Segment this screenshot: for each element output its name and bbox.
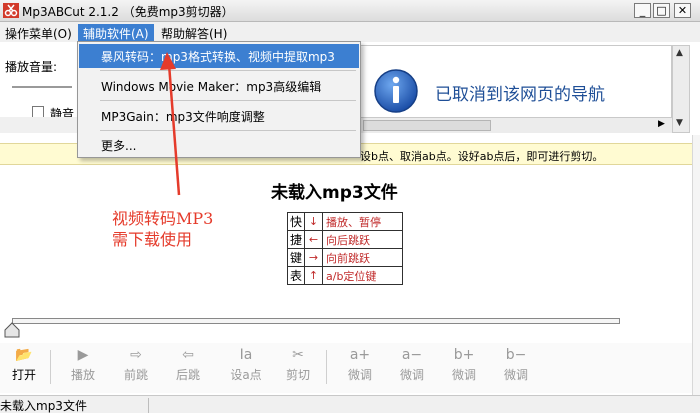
a-minus-icon: a− bbox=[401, 347, 423, 363]
shortcut-table: 快 ↓ 播放、暂停 捷 ← 向后跳跃 键 → 向前跳跃 表 ↑ a/b定位键 bbox=[287, 212, 403, 285]
a-plus-icon: a+ bbox=[349, 347, 371, 363]
toolbar-separator bbox=[326, 350, 327, 384]
menu-separator bbox=[100, 100, 356, 101]
fine-tune-label: 微调 bbox=[503, 368, 528, 382]
close-button[interactable]: ✕ bbox=[674, 3, 691, 18]
play-icon: ▶ bbox=[77, 347, 89, 363]
annotation-note: 视频转码MP3 需下载使用 bbox=[112, 208, 213, 250]
volume-slider[interactable] bbox=[12, 86, 72, 88]
menu-operations[interactable]: 操作菜单(O) bbox=[0, 24, 77, 41]
app-scissors-icon bbox=[3, 3, 19, 18]
tools-dropdown-menu: 暴风转码：mp3格式转换、视频中提取mp3 Windows Movie Make… bbox=[77, 41, 361, 158]
scroll-right-icon[interactable]: ▶ bbox=[658, 119, 665, 129]
maximize-button[interactable]: □ bbox=[653, 3, 670, 18]
open-button[interactable]: 📂 打开 bbox=[3, 346, 45, 383]
menu-tools[interactable]: 辅助软件(A) bbox=[78, 24, 154, 41]
play-button[interactable]: ▶ 播放 bbox=[62, 346, 104, 383]
menu-item-mp3gain[interactable]: MP3Gain：mp3文件响度调整 bbox=[79, 104, 359, 128]
set-a-point-label: 设a点 bbox=[230, 368, 262, 382]
menu-item-storm-codec[interactable]: 暴风转码：mp3格式转换、视频中提取mp3 bbox=[79, 44, 359, 68]
cut-button[interactable]: ✂ 剪切 bbox=[277, 346, 319, 383]
minimize-button[interactable]: _ bbox=[634, 3, 651, 18]
cut-label: 剪切 bbox=[285, 368, 310, 382]
fine-tune-b-minus-button[interactable]: b− 微调 bbox=[495, 346, 537, 383]
fine-tune-b-plus-button[interactable]: b+ 微调 bbox=[443, 346, 485, 383]
fine-tune-label: 微调 bbox=[347, 368, 372, 382]
status-text: 未载入mp3文件 bbox=[0, 399, 87, 413]
fine-tune-label: 微调 bbox=[399, 368, 424, 382]
navigation-cancelled-message: 已取消到该网页的导航 bbox=[435, 85, 605, 105]
menu-separator bbox=[100, 70, 356, 71]
annotation-arrow-icon bbox=[160, 52, 181, 196]
browser-vertical-scrollbar[interactable]: ▲ ▼ bbox=[672, 45, 690, 133]
hint-text: 设b点、取消ab点。设好ab点后，即可进行剪切。 bbox=[360, 150, 604, 163]
menu-help[interactable]: 帮助解答(H) bbox=[156, 24, 232, 41]
shortcut-key-char: 快 bbox=[287, 212, 305, 231]
browser-horizontal-scrollbar[interactable]: ▶ bbox=[355, 117, 672, 133]
fine-tune-a-minus-button[interactable]: a− 微调 bbox=[391, 346, 433, 383]
info-icon bbox=[374, 69, 418, 113]
set-a-point-button[interactable]: Ia 设a点 bbox=[225, 346, 267, 383]
right-edge bbox=[692, 135, 700, 395]
shortcut-desc: 向前跳跃 bbox=[322, 248, 403, 267]
progress-thumb[interactable] bbox=[4, 322, 20, 338]
shortcut-desc: 向后跳跃 bbox=[322, 230, 403, 249]
fine-tune-a-plus-button[interactable]: a+ 微调 bbox=[339, 346, 381, 383]
b-minus-icon: b− bbox=[505, 347, 527, 363]
jump-back-icon: ⇦ bbox=[182, 347, 194, 363]
jump-back-button[interactable]: ⇦ 后跳 bbox=[167, 346, 209, 383]
arrow-left-icon: ← bbox=[304, 230, 323, 249]
scroll-down-icon[interactable]: ▼ bbox=[676, 118, 683, 128]
progress-slider[interactable] bbox=[12, 318, 620, 324]
shortcut-key-char: 捷 bbox=[287, 230, 305, 249]
shortcut-desc: 播放、暂停 bbox=[322, 212, 403, 231]
jump-forward-icon: ⇨ bbox=[130, 347, 142, 363]
status-divider bbox=[148, 398, 149, 413]
play-label: 播放 bbox=[70, 368, 95, 382]
folder-open-icon: 📂 bbox=[15, 347, 33, 363]
annotation-line: 视频转码MP3 bbox=[112, 209, 214, 228]
arrow-right-icon: → bbox=[304, 248, 323, 267]
menu-item-movie-maker[interactable]: Windows Movie Maker：mp3高级编辑 bbox=[79, 74, 359, 98]
scroll-up-icon[interactable]: ▲ bbox=[676, 48, 683, 58]
jump-forward-button[interactable]: ⇨ 前跳 bbox=[115, 346, 157, 383]
arrow-down-icon: ↓ bbox=[304, 212, 323, 231]
toolbar-separator bbox=[50, 350, 51, 384]
title-bar: Mp3ABCut 2.1.2 （免费mp3剪切器） _ □ ✕ bbox=[0, 0, 700, 22]
jump-forward-label: 前跳 bbox=[123, 368, 148, 382]
fine-tune-label: 微调 bbox=[451, 368, 476, 382]
shortcut-key-char: 键 bbox=[287, 248, 305, 267]
scissors-icon: ✂ bbox=[292, 347, 304, 363]
menu-item-more[interactable]: 更多... bbox=[79, 133, 359, 157]
annotation-line: 需下载使用 bbox=[112, 230, 193, 249]
jump-back-label: 后跳 bbox=[175, 368, 200, 382]
open-label: 打开 bbox=[11, 368, 36, 382]
menu-separator bbox=[100, 130, 356, 131]
arrow-up-icon: ↑ bbox=[304, 266, 323, 285]
shortcut-desc: a/b定位键 bbox=[322, 266, 403, 285]
scroll-thumb[interactable] bbox=[363, 120, 491, 131]
volume-label: 播放音量: bbox=[5, 60, 58, 74]
menu-bar: 操作菜单(O) 辅助软件(A) 帮助解答(H) bbox=[0, 22, 700, 42]
window-title: Mp3ABCut 2.1.2 （免费mp3剪切器） bbox=[22, 5, 234, 19]
no-file-title: 未载入mp3文件 bbox=[271, 183, 398, 203]
set-a-point-icon: Ia bbox=[239, 347, 253, 363]
shortcut-key-char: 表 bbox=[287, 266, 305, 285]
status-bar: 未载入mp3文件 bbox=[0, 395, 700, 413]
b-plus-icon: b+ bbox=[453, 347, 475, 363]
